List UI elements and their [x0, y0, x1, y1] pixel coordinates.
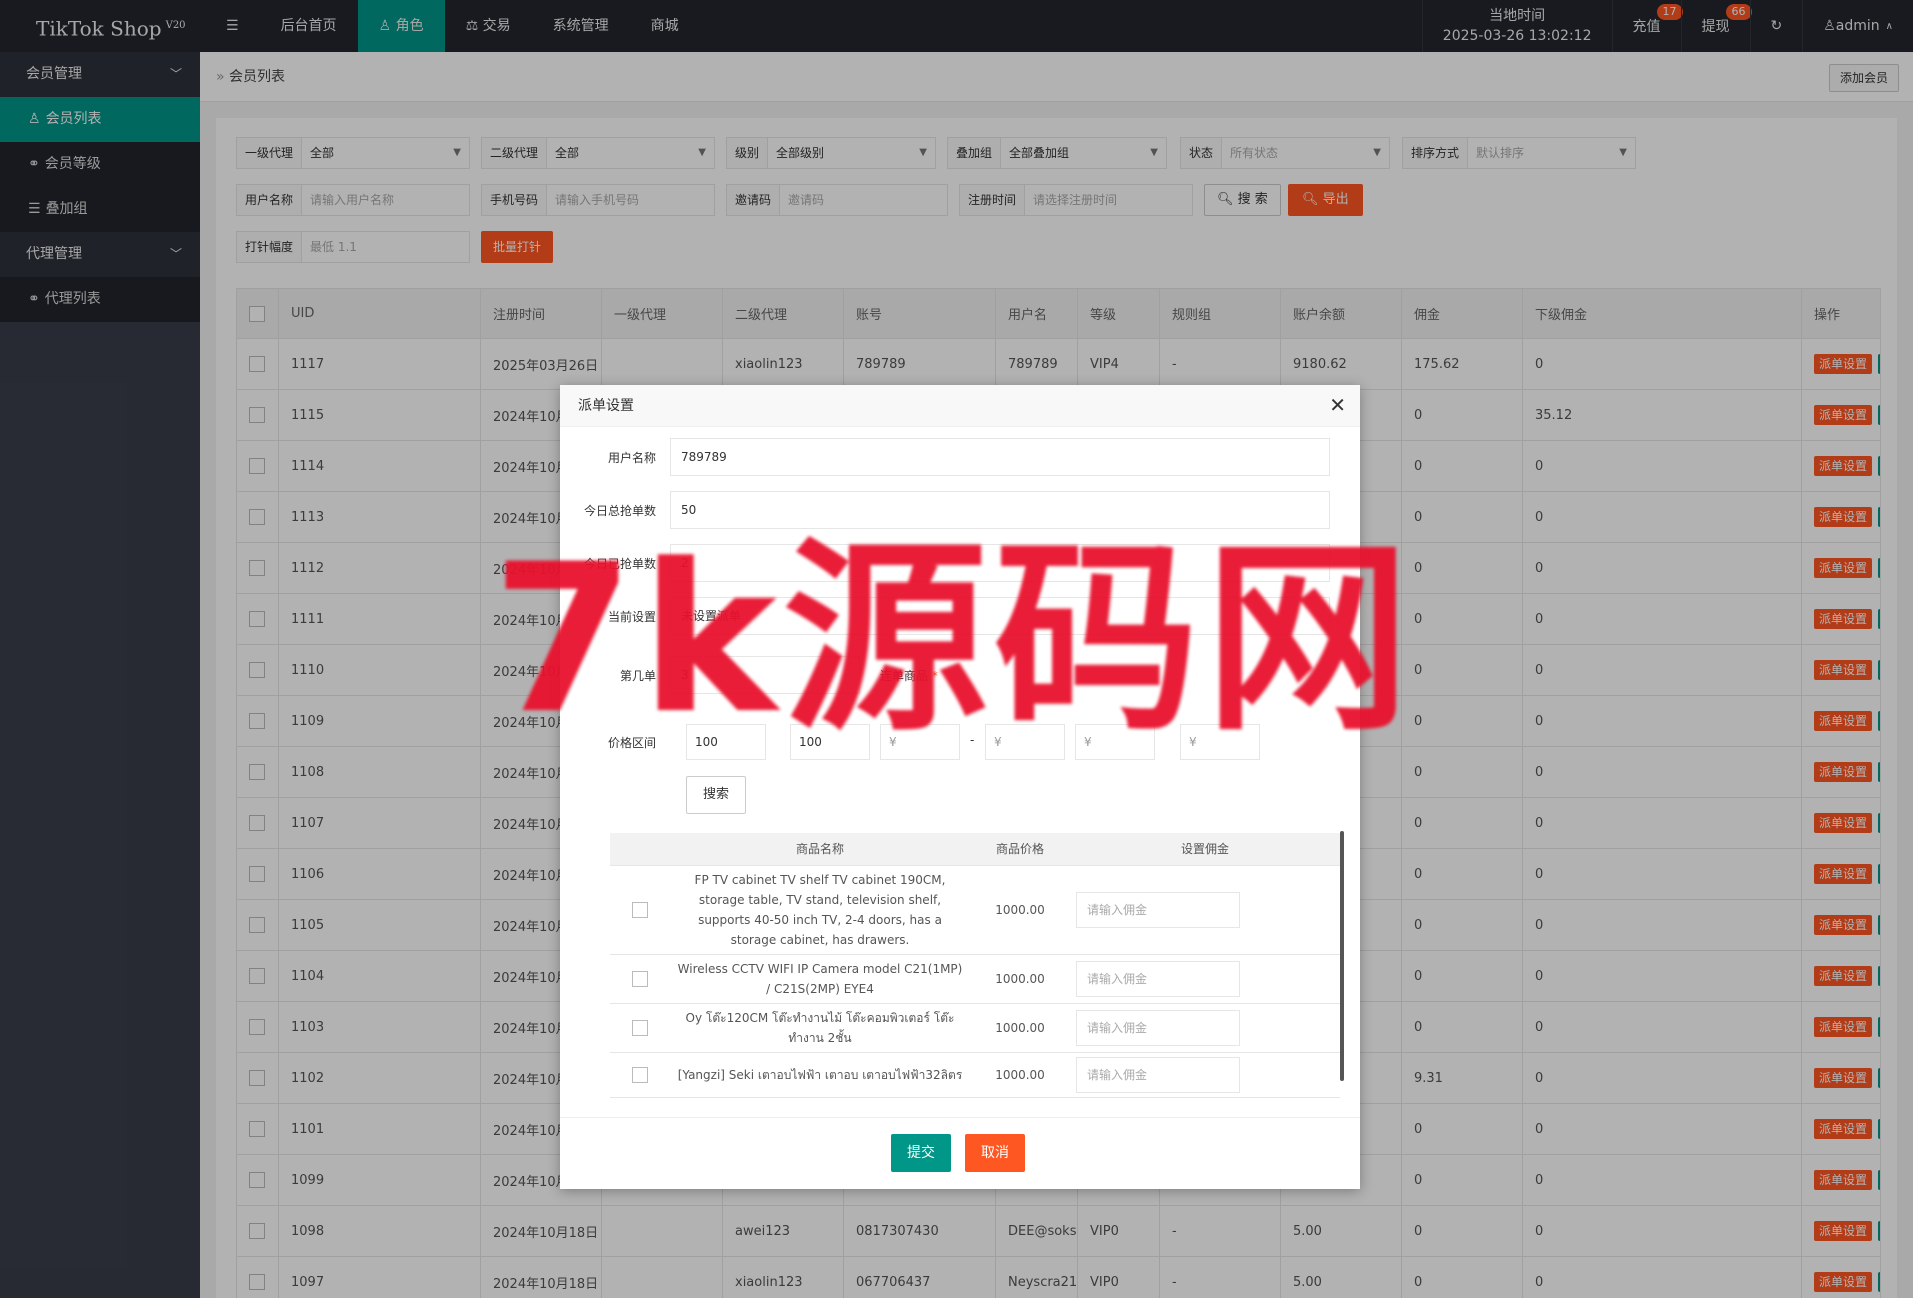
- goods-price: 1000.00: [970, 1003, 1070, 1053]
- commission-input[interactable]: 请输入佣金: [1076, 960, 1240, 997]
- goods-commission-cell: 请输入佣金: [1070, 954, 1340, 1004]
- goods-row: FP TV cabinet TV shelf TV cabinet 190CM,…: [610, 865, 1340, 955]
- goods-checkbox[interactable]: [632, 1020, 648, 1036]
- goods-commission-cell: 请输入佣金: [1070, 1052, 1340, 1098]
- goods-name: Wireless CCTV WIFI IP Camera model C21(1…: [670, 954, 970, 1004]
- cancel-button[interactable]: 取消: [965, 1134, 1025, 1172]
- goods-checkbox[interactable]: [632, 1067, 648, 1083]
- goods-row: Oy โต๊ะ120CM โต๊ะทำงานไม้ โต๊ะคอมพิวเตอร…: [610, 1003, 1340, 1053]
- commission-input[interactable]: 请输入佣金: [1076, 1056, 1240, 1093]
- watermark-text: 7k源码网: [492, 521, 1416, 759]
- modal-title: 派单设置: [560, 385, 1360, 427]
- goods-commission-cell: 请输入佣金: [1070, 1003, 1340, 1053]
- field-label: 用户名称: [607, 450, 656, 465]
- dispatch-settings-modal: 派单设置 ✕ 用户名称 789789 今日总抢单数 50 今日已抢单数 2 当前…: [560, 385, 1360, 1189]
- goods-row: Wireless CCTV WIFI IP Camera model C21(1…: [610, 954, 1340, 1004]
- goods-select-cell: [610, 954, 670, 1004]
- goods-name: [Yangzi] Seki เตาอบไฟฟ้า เตาอบ เตาอบไฟฟ้…: [670, 1052, 970, 1098]
- field-label: 今日总抢单数: [583, 503, 656, 518]
- goods-row: [Yangzi] Seki เตาอบไฟฟ้า เตาอบ เตาอบไฟฟ้…: [610, 1052, 1340, 1098]
- column-header: 设置佣金: [1070, 833, 1340, 866]
- column-header: 商品价格: [970, 833, 1070, 866]
- modal-footer: 提交 取消: [560, 1117, 1360, 1189]
- goods-table: 商品名称 商品价格 设置佣金 FP TV cabinet TV shelf TV…: [610, 833, 1340, 1098]
- commission-input[interactable]: 请输入佣金: [1076, 891, 1240, 928]
- submit-button[interactable]: 提交: [891, 1134, 951, 1172]
- goods-select-cell: [610, 1003, 670, 1053]
- goods-name: Oy โต๊ะ120CM โต๊ะทำงานไม้ โต๊ะคอมพิวเตอร…: [670, 1003, 970, 1053]
- goods-price: 1000.00: [970, 865, 1070, 955]
- goods-header-row: 商品名称 商品价格 设置佣金: [610, 833, 1340, 866]
- goods-price: 1000.00: [970, 1052, 1070, 1098]
- row-username: 用户名称 789789: [560, 438, 1330, 476]
- goods-select-cell: [610, 865, 670, 955]
- goods-checkbox[interactable]: [632, 902, 648, 918]
- modal-search-button[interactable]: 搜索: [686, 776, 747, 814]
- goods-checkbox[interactable]: [632, 971, 648, 987]
- goods-name: FP TV cabinet TV shelf TV cabinet 190CM,…: [670, 865, 970, 955]
- commission-input[interactable]: 请输入佣金: [1076, 1009, 1240, 1046]
- close-icon[interactable]: ✕: [1329, 393, 1346, 417]
- goods-header-blank: [610, 833, 670, 866]
- goods-body: FP TV cabinet TV shelf TV cabinet 190CM,…: [610, 865, 1340, 1098]
- goods-scrollbar[interactable]: [1340, 831, 1344, 1081]
- goods-commission-cell: 请输入佣金: [1070, 865, 1340, 955]
- column-header: 商品名称: [670, 833, 970, 866]
- goods-price: 1000.00: [970, 954, 1070, 1004]
- modal-username-input[interactable]: 789789: [670, 438, 1330, 476]
- goods-select-cell: [610, 1052, 670, 1098]
